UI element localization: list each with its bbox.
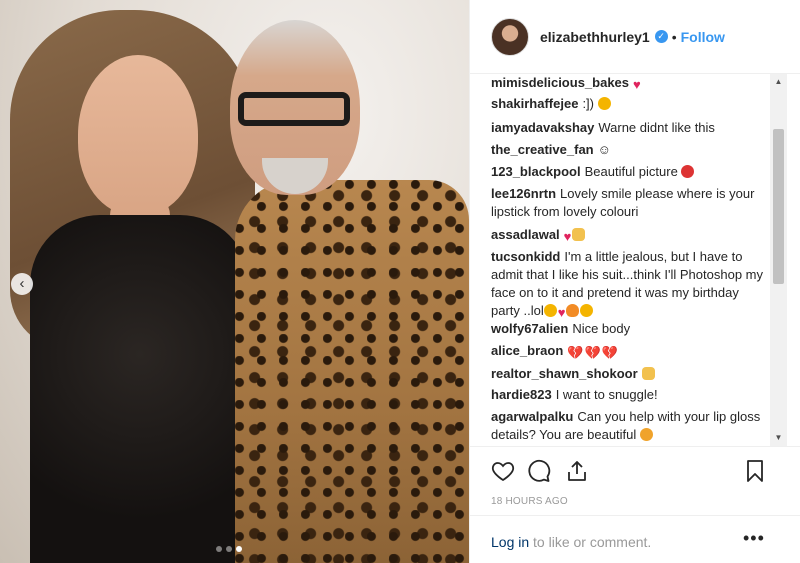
heart-eyes-emoji-icon — [639, 428, 653, 441]
comment-user[interactable]: iamyadavakshay — [491, 120, 594, 135]
comment-item: alice_braon 💔💔💔 — [491, 342, 766, 360]
verified-badge-icon: ✓ — [654, 30, 668, 43]
photo-woman-dress — [30, 215, 250, 563]
carousel-dot — [226, 546, 232, 552]
scrollbar-thumb[interactable] — [773, 129, 784, 284]
comment-item: assadlawal ♥ — [491, 226, 766, 244]
comment-user[interactable]: wolfy67alien — [491, 321, 568, 336]
carousel-dot — [216, 546, 222, 552]
avatar[interactable] — [491, 17, 529, 56]
comment-text: Nice body — [572, 321, 631, 336]
username[interactable]: elizabethhurley1 — [540, 29, 650, 45]
ok-hand-emoji-icon — [572, 228, 586, 241]
comment-text: I want to snuggle! — [555, 387, 658, 402]
comments-list[interactable]: mimisdelicious_bakes ♥ shakirhaffejee:]) … — [470, 74, 800, 446]
flame-emoji-icon — [566, 304, 580, 317]
photo-woman-face — [78, 55, 198, 215]
share-icon[interactable] — [565, 459, 589, 483]
bookmark-icon[interactable] — [743, 459, 767, 483]
carousel-prev-button[interactable]: ‹ — [11, 273, 33, 295]
comment-item: lee126nrtn Lovely smile please where is y… — [491, 185, 766, 221]
comment-item: hardie823 I want to snuggle! — [491, 386, 766, 404]
comment-item: 123_blackpool Beautiful picture — [491, 163, 766, 181]
more-options-button[interactable]: ••• — [743, 528, 765, 549]
photo-man-shirt — [235, 180, 469, 563]
wink-emoji-icon — [580, 304, 594, 317]
thumbs-up-emoji-icon — [641, 367, 655, 380]
photo-man-glasses — [238, 92, 350, 126]
post-side-panel: elizabethhurley1 ✓ • Follow mimisdelicio… — [469, 0, 800, 563]
comment-user[interactable]: lee126nrtn — [491, 186, 556, 201]
comment-item: agarwalpalku Can you help with your lip g… — [491, 408, 766, 444]
comment-user[interactable]: shakirhaffejee — [491, 96, 578, 111]
heart-icon[interactable] — [491, 459, 515, 483]
comment-user[interactable]: tucsonkidd — [491, 249, 560, 264]
rose-emoji-icon — [681, 165, 695, 178]
post-window: ‹ elizabethhurley1 ✓ • Follow mimisdelic… — [0, 0, 800, 563]
comment-text: Beautiful picture — [584, 164, 678, 179]
post-timestamp[interactable]: 18 HOURS AGO — [491, 496, 568, 507]
heart-emoji-icon: ♥ — [557, 305, 566, 320]
comment-text: :]) — [582, 96, 594, 111]
follow-button[interactable]: Follow — [681, 29, 725, 45]
carousel-dot-active — [236, 546, 242, 552]
comment-user[interactable]: assadlawal — [491, 227, 560, 242]
comment-user[interactable]: mimisdelicious_bakes — [491, 75, 629, 90]
comment-user[interactable]: the_creative_fan — [491, 142, 594, 157]
comment-item: realtor_shawn_shokoor — [491, 365, 766, 383]
login-link[interactable]: Log in — [491, 534, 529, 550]
smile-emoji-icon — [597, 97, 611, 110]
broken-heart-emoji-icon: 💔 — [601, 345, 618, 360]
comment-user[interactable]: hardie823 — [491, 387, 552, 402]
comment-icon[interactable] — [527, 459, 551, 483]
comment-item: iamyadavakshay Warne didnt like this — [491, 119, 766, 137]
comment-text: ☺ — [597, 142, 611, 157]
comment-item: tucsonkidd I'm a little jealous, but I ha… — [491, 248, 766, 320]
comment-user[interactable]: agarwalpalku — [491, 409, 573, 424]
comments-scrollbar[interactable]: ▲ ▼ — [770, 74, 787, 446]
broken-heart-emoji-icon: 💔 — [567, 345, 584, 360]
post-footer: Log in to like or comment. ••• — [470, 515, 800, 563]
comment-item: shakirhaffejee:]) — [491, 95, 766, 113]
post-photo[interactable]: ‹ — [0, 0, 469, 563]
heart-emoji-icon: ♥ — [563, 229, 572, 244]
comment-user[interactable]: 123_blackpool — [491, 164, 581, 179]
broken-heart-emoji-icon: 💔 — [584, 345, 601, 360]
comment-item: the_creative_fan ☺ — [491, 141, 766, 159]
comment-item: wolfy67alien Nice body — [491, 320, 766, 338]
comment-text: Warne didnt like this — [598, 120, 715, 135]
carousel-dots — [216, 546, 242, 552]
heart-emoji-icon: ♥ — [633, 77, 641, 92]
header-separator: • — [671, 28, 677, 45]
login-prompt: Log in to like or comment. — [491, 534, 651, 550]
scroll-up-arrow-icon[interactable]: ▲ — [770, 74, 787, 90]
comment-user[interactable]: realtor_shawn_shokoor — [491, 366, 638, 381]
post-header: elizabethhurley1 ✓ • Follow — [470, 0, 800, 74]
comment-item: mimisdelicious_bakes ♥ — [491, 74, 766, 92]
wink-emoji-icon — [543, 304, 557, 317]
post-actions — [470, 446, 800, 494]
login-suffix: to like or comment. — [529, 534, 652, 550]
scroll-down-arrow-icon[interactable]: ▼ — [770, 430, 787, 446]
comment-user[interactable]: alice_braon — [491, 343, 563, 358]
